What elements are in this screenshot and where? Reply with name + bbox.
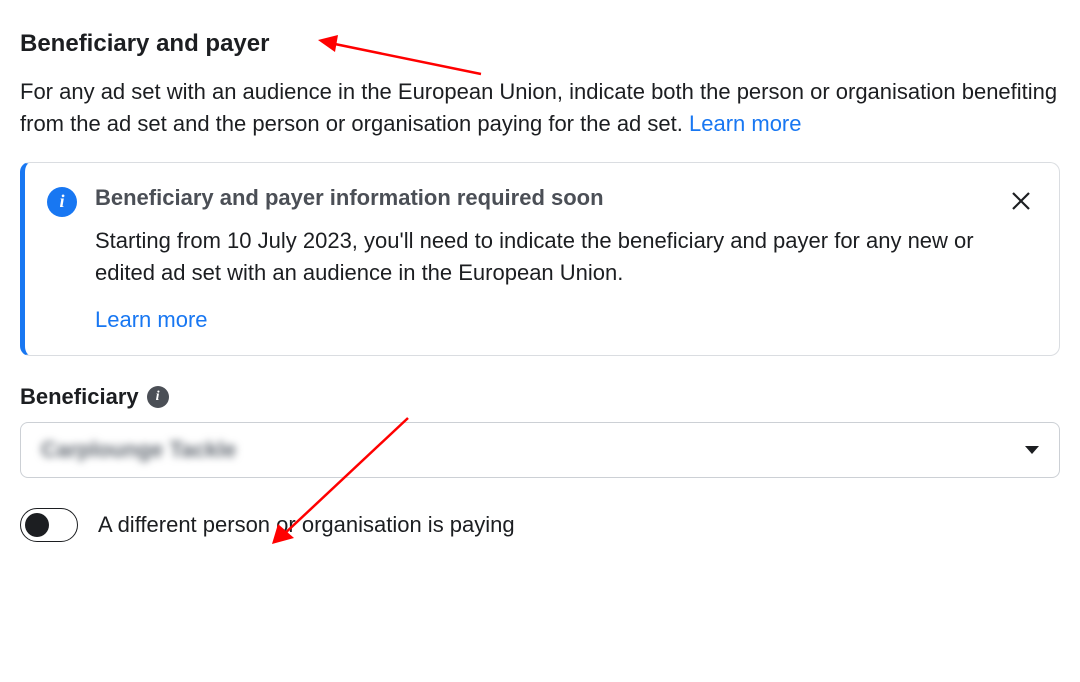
learn-more-link[interactable]: Learn more (689, 111, 802, 136)
section-description-text: For any ad set with an audience in the E… (20, 79, 1057, 136)
chevron-down-icon (1025, 446, 1039, 454)
beneficiary-help-icon[interactable]: i (147, 386, 169, 408)
notice-learn-more-link[interactable]: Learn more (95, 307, 208, 332)
section-description: For any ad set with an audience in the E… (20, 76, 1060, 140)
info-icon: i (47, 187, 77, 217)
toggle-knob (25, 513, 49, 537)
beneficiary-dropdown[interactable]: Carplounge Tackle (20, 422, 1060, 478)
notice-card: i Beneficiary and payer information requ… (20, 162, 1060, 356)
different-payer-toggle[interactable] (20, 508, 78, 542)
beneficiary-label: Beneficiary (20, 384, 139, 410)
beneficiary-label-row: Beneficiary i (20, 384, 1060, 410)
notice-content: Beneficiary and payer information requir… (95, 185, 1035, 333)
beneficiary-value: Carplounge Tackle (41, 437, 236, 463)
different-payer-label: A different person or organisation is pa… (98, 512, 515, 538)
payer-toggle-row: A different person or organisation is pa… (20, 508, 1060, 542)
close-icon (1009, 189, 1033, 213)
notice-title: Beneficiary and payer information requir… (95, 185, 995, 211)
notice-body: Starting from 10 July 2023, you'll need … (95, 225, 995, 289)
notice-close-button[interactable] (1007, 187, 1035, 215)
section-title: Beneficiary and payer (20, 30, 1060, 58)
